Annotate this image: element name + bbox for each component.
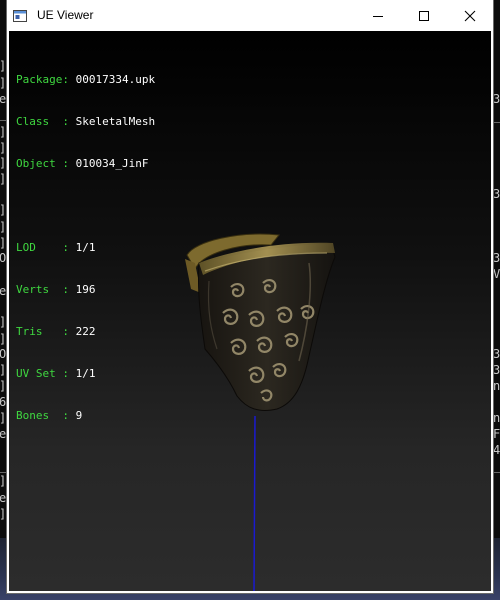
minimize-icon <box>373 15 383 17</box>
console-char: ] <box>0 475 6 487</box>
console-char: n <box>493 379 500 393</box>
console-char: ] <box>0 364 6 376</box>
3d-viewport[interactable]: Package: 00017334.upk Class : SkeletalMe… <box>9 31 491 591</box>
console-char: _ <box>493 459 500 473</box>
console-char: O <box>0 251 7 265</box>
info-row-verts: Verts : 196 <box>16 283 155 297</box>
maximize-icon <box>419 10 429 21</box>
bones-value: 9 <box>75 409 83 422</box>
close-icon <box>464 10 476 21</box>
lod-value: 1/1 <box>75 241 96 254</box>
minimize-button[interactable] <box>355 0 401 31</box>
console-char: e <box>0 491 7 505</box>
info-label: Bones : <box>16 409 69 422</box>
console-char: F <box>493 427 500 441</box>
axis-line <box>253 415 256 591</box>
app-icon <box>13 8 27 22</box>
console-char: V <box>493 267 500 281</box>
info-row-tris: Tris : 222 <box>16 325 155 339</box>
console-char: n <box>493 411 500 425</box>
package-value: 00017334.upk <box>75 73 156 86</box>
info-row-class: Class : SkeletalMesh <box>16 115 155 129</box>
console-char: ] <box>0 412 6 424</box>
console-char: 6 <box>0 395 7 409</box>
console-char: 3 <box>493 187 500 201</box>
info-label: UV Set : <box>16 367 69 380</box>
console-char: O <box>0 347 7 361</box>
console-char: ] <box>0 316 6 328</box>
console-char: 3 <box>493 92 500 106</box>
console-char: 4 <box>493 443 500 457</box>
info-label: Class : <box>16 115 69 128</box>
close-button[interactable] <box>447 0 493 31</box>
info-row-bones: Bones : 9 <box>16 409 155 423</box>
console-char: _ <box>0 460 6 472</box>
console-char: e <box>0 92 7 106</box>
window-title: UE Viewer <box>37 8 94 22</box>
background-console-right: 3 _ 3 3 V 3 3 n n F 4 _ <box>492 0 500 600</box>
maximize-button[interactable] <box>401 0 447 31</box>
info-label: LOD : <box>16 241 69 254</box>
title-bar[interactable]: UE Viewer <box>7 0 493 31</box>
mesh-info-panel: Package: 00017334.upk Class : SkeletalMe… <box>16 45 155 451</box>
console-char: 3 <box>493 363 500 377</box>
info-label: Package: <box>16 73 69 86</box>
console-char: ] <box>0 77 6 89</box>
console-char: ] <box>0 126 6 138</box>
info-row-lod: LOD : 1/1 <box>16 241 155 255</box>
object-value: 010034_JinF <box>75 157 149 170</box>
console-char: ] <box>0 204 6 216</box>
console-char: e <box>0 284 7 298</box>
info-label: Verts : <box>16 283 69 296</box>
console-char: _ <box>493 109 500 123</box>
info-row-uvset: UV Set : 1/1 <box>16 367 155 381</box>
console-char: ] <box>0 173 6 185</box>
console-char: _ <box>0 108 6 120</box>
console-char: ] <box>0 333 6 345</box>
console-char: ] <box>0 237 6 249</box>
console-char: 3 <box>493 347 500 361</box>
console-char: 3 <box>493 251 500 265</box>
info-row-object: Object : 010034_JinF <box>16 157 155 171</box>
uvset-value: 1/1 <box>75 367 96 380</box>
console-char: ] <box>0 60 6 72</box>
info-label: Object : <box>16 157 69 170</box>
console-char: ] <box>0 508 6 520</box>
info-label: Tris : <box>16 325 69 338</box>
ue-viewer-window: UE Viewer Package: 00017334.upk Class: … <box>7 0 493 593</box>
console-char: ] <box>0 380 6 392</box>
class-value: SkeletalMesh <box>75 115 156 128</box>
info-row-package: Package: 00017334.upk <box>16 73 155 87</box>
console-char: ] <box>0 221 6 233</box>
console-char: e <box>0 427 7 441</box>
console-char: ] <box>0 142 6 154</box>
console-char: ] <box>0 157 6 169</box>
tris-value: 222 <box>75 325 96 338</box>
verts-value: 196 <box>75 283 96 296</box>
